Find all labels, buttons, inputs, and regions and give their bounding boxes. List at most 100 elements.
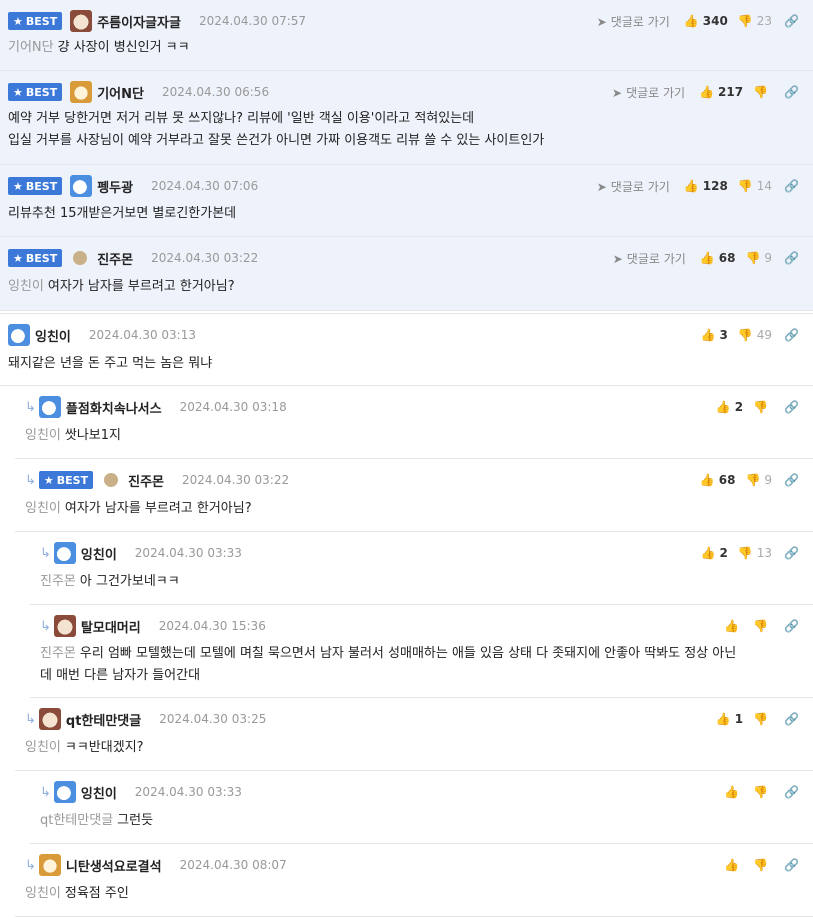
downvote-button[interactable]: 👎 13 [738, 546, 772, 560]
link-icon[interactable]: 🔗 [784, 785, 799, 799]
comment-body: 잉친이 여자가 남자를 부르려고 한거아님? [8, 279, 235, 294]
goto-comment-link[interactable]: ➤ 댓글로 가기 [612, 84, 685, 101]
link-icon[interactable]: 🔗 [784, 712, 799, 726]
link-icon[interactable]: 🔗 [784, 858, 799, 872]
thumbs-up-icon: 👍 [715, 400, 731, 414]
avatar[interactable] [53, 542, 76, 564]
avatar[interactable] [70, 175, 93, 197]
mention[interactable]: 잉친이 [25, 501, 61, 516]
mention[interactable]: 잉친이 [25, 428, 61, 443]
star-icon: ★ [13, 14, 23, 28]
upvote-button[interactable]: 👍 68 [700, 473, 736, 487]
nickname[interactable]: 탈모대머리 [81, 617, 141, 636]
nickname[interactable]: 잉친이 [81, 544, 117, 563]
timestamp: 2024.04.30 03:18 [179, 400, 287, 414]
upvote-button[interactable]: 👍 217 [699, 85, 743, 99]
comment-reply: ↳ 잉친이 2024.04.30 03:33 👍 👎 🔗 qt한테만댓글 그런듯 [30, 771, 813, 844]
avatar[interactable] [70, 81, 93, 103]
nickname[interactable]: qt한테만댓글 [66, 710, 141, 729]
upvote-button[interactable]: 👍 [724, 785, 743, 799]
downvote-button[interactable]: 👎 [753, 712, 772, 726]
avatar[interactable] [38, 854, 61, 876]
mention[interactable]: 기어N단 [8, 40, 54, 55]
comment-list: ★ BEST 주름이자글자글 2024.04.30 07:57 ➤ 댓글로 가기 👍… [0, 0, 813, 918]
avatar[interactable] [53, 615, 76, 637]
goto-comment-link[interactable]: ➤ 댓글로 가기 [597, 178, 670, 195]
downvote-button[interactable]: 👎 23 [738, 14, 772, 28]
upvote-button[interactable]: 👍 68 [700, 251, 736, 265]
nickname[interactable]: 기어N단 [97, 83, 144, 102]
comment-reply: ↳ 탈모대머리 2024.04.30 15:36 👍 👎 🔗 진주몬 우리 엄빠 … [30, 605, 813, 698]
link-icon[interactable]: 🔗 [784, 251, 799, 265]
upvote-button[interactable]: 👍 340 [684, 14, 728, 28]
star-icon: ★ [43, 473, 54, 487]
nickname[interactable]: 진주몬 [128, 471, 164, 490]
downvote-button[interactable]: 👎 49 [738, 328, 772, 342]
downvote-button[interactable]: 👎 [753, 400, 772, 414]
nickname[interactable]: 잉친이 [81, 783, 117, 802]
mention[interactable]: 잉친이 [25, 740, 61, 755]
thumbs-up-icon: 👍 [683, 14, 699, 28]
reply-arrow-icon: ↳ [25, 857, 36, 873]
mention[interactable]: 진주몬 [40, 574, 76, 589]
nickname[interactable]: 주름이자글자글 [97, 12, 181, 31]
nickname[interactable]: 잉친이 [35, 326, 71, 345]
avatar[interactable] [38, 396, 61, 418]
comment-body: 진주몬 우리 엄빠 모텔했는데 모텔에 며칠 묵으면서 남자 불러서 성매매하는 … [40, 646, 737, 683]
avatar[interactable] [38, 708, 61, 730]
reply-arrow-icon: ↳ [40, 545, 51, 561]
link-icon[interactable]: 🔗 [784, 179, 799, 193]
goto-comment-link[interactable]: ➤ 댓글로 가기 [597, 13, 670, 30]
upvote-button[interactable]: 👍 [724, 858, 743, 872]
reply-arrow-icon: ↳ [40, 784, 51, 800]
comment-best-4: ★ BEST 진주몬 2024.04.30 03:22 ➤ 댓글로 가기 👍 68 👎… [0, 237, 813, 311]
nickname[interactable]: 진주몬 [97, 249, 133, 268]
link-icon[interactable]: 🔗 [784, 473, 799, 487]
link-icon[interactable]: 🔗 [784, 85, 799, 99]
link-icon[interactable]: 🔗 [784, 546, 799, 560]
upvote-button[interactable]: 👍 3 [701, 328, 728, 342]
mention[interactable]: 진주몬 [40, 646, 76, 661]
downvote-button[interactable]: 👎 9 [745, 251, 772, 265]
avatar[interactable] [104, 473, 119, 487]
nickname[interactable]: 플점화치속나서스 [66, 398, 162, 417]
downvote-button[interactable]: 👎 14 [738, 179, 772, 193]
thumbs-down-icon: 👎 [753, 400, 769, 414]
avatar[interactable] [53, 781, 76, 803]
thumbs-down-icon: 👎 [737, 14, 753, 28]
link-icon[interactable]: 🔗 [784, 14, 799, 28]
arrow-icon: ➤ [612, 85, 623, 100]
best-badge: ★ BEST [8, 249, 63, 267]
mention[interactable]: qt한테만댓글 [40, 813, 113, 828]
mention[interactable]: 잉친이 [25, 886, 61, 901]
comment-best-2: ★ BEST 기어N단 2024.04.30 06:56 ➤ 댓글로 가기 👍 217… [0, 71, 813, 165]
downvote-button[interactable]: 👎 [753, 858, 772, 872]
avatar[interactable] [8, 324, 30, 346]
nickname[interactable]: 니탄생석요로결석 [66, 856, 162, 875]
mention[interactable]: 잉친이 [8, 279, 44, 294]
avatar[interactable] [70, 10, 93, 32]
timestamp: 2024.04.30 15:36 [158, 619, 266, 633]
avatar[interactable] [73, 251, 88, 265]
comment-best-3: ★ BEST 펭두광 2024.04.30 07:06 ➤ 댓글로 가기 👍 128 … [0, 165, 813, 237]
upvote-button[interactable]: 👍 [724, 619, 743, 633]
best-badge: ★ BEST [8, 177, 63, 195]
downvote-button[interactable]: 👎 [753, 85, 772, 99]
thumbs-up-icon: 👍 [683, 179, 699, 193]
link-icon[interactable]: 🔗 [784, 328, 799, 342]
downvote-button[interactable]: 👎 [753, 785, 772, 799]
best-badge: ★ BEST [38, 471, 94, 489]
link-icon[interactable]: 🔗 [784, 619, 799, 633]
upvote-button[interactable]: 👍 2 [701, 546, 728, 560]
downvote-button[interactable]: 👎 9 [745, 473, 772, 487]
goto-comment-link[interactable]: ➤ 댓글로 가기 [613, 250, 686, 267]
thumbs-up-icon: 👍 [715, 712, 731, 726]
upvote-button[interactable]: 👍 2 [716, 400, 743, 414]
nickname[interactable]: 펭두광 [97, 177, 133, 196]
reply-arrow-icon: ↳ [40, 618, 51, 634]
upvote-button[interactable]: 👍 128 [684, 179, 728, 193]
downvote-button[interactable]: 👎 [753, 619, 772, 633]
reply-arrow-icon: ↳ [25, 472, 36, 488]
link-icon[interactable]: 🔗 [784, 400, 799, 414]
upvote-button[interactable]: 👍 1 [716, 712, 743, 726]
